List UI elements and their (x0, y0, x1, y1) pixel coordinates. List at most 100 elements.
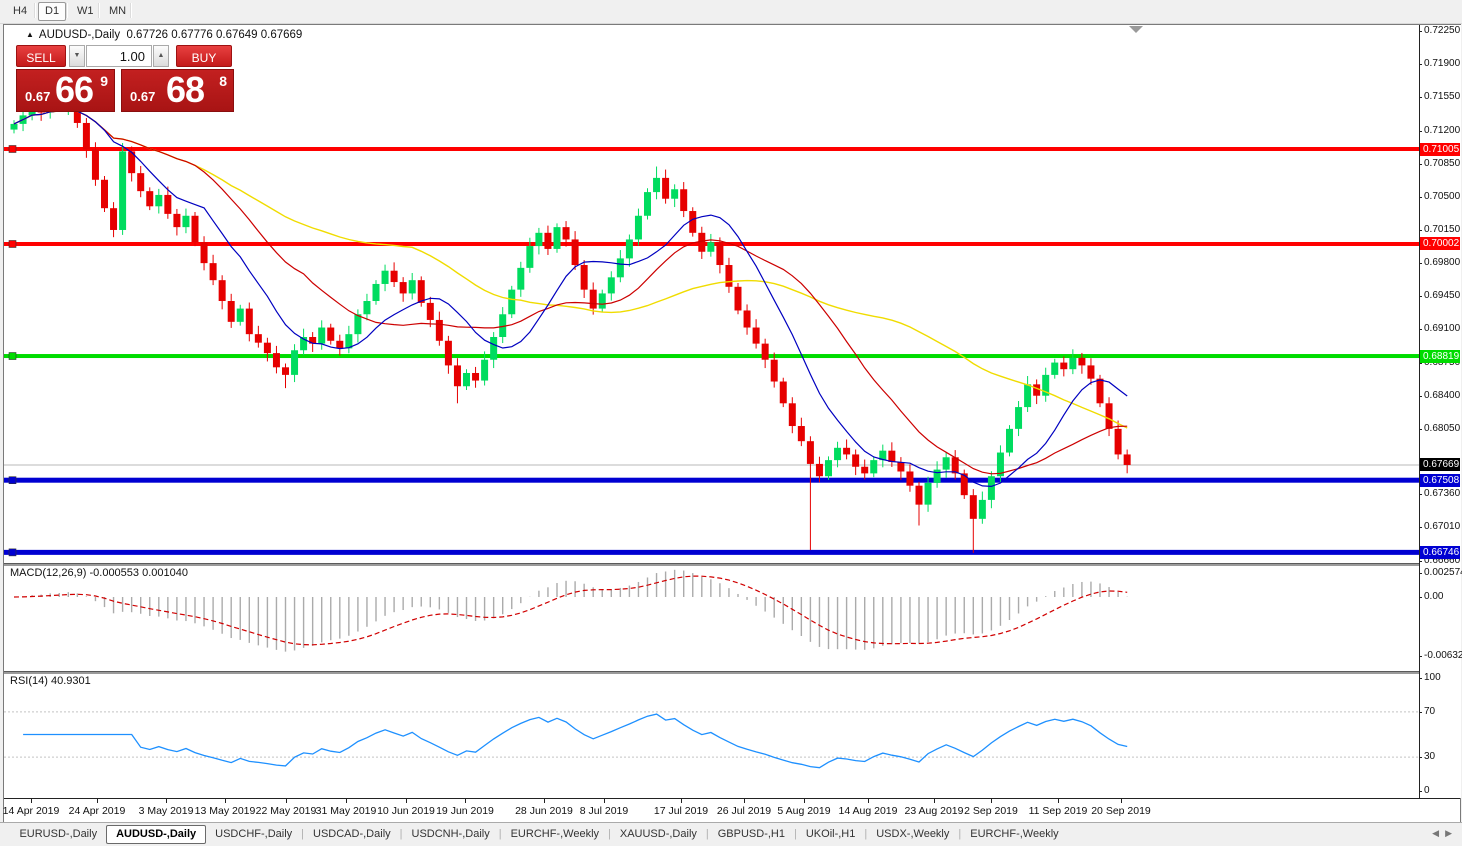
candle-body (191, 215, 199, 243)
level-line[interactable] (4, 354, 1419, 359)
candle-body (10, 123, 18, 130)
candle-body (245, 308, 253, 335)
tab-scroll-left-icon[interactable]: ◀ (1432, 828, 1445, 838)
timeframe-button-h4[interactable]: H4 (6, 2, 34, 21)
candle-body (562, 227, 570, 240)
level-line-handle[interactable] (8, 476, 17, 485)
level-line[interactable] (4, 477, 1419, 483)
candle-body (969, 495, 977, 519)
date-label: 28 Jun 2019 (515, 805, 573, 817)
candle-body (1060, 362, 1068, 370)
axis-tick-mark (1419, 527, 1422, 529)
chart-tab-gbpusd-h1[interactable]: GBPUSD-,H1 (709, 826, 794, 843)
candle-body (101, 179, 108, 209)
timeframe-button-w1[interactable]: W1 (70, 2, 101, 21)
symbol-expand-icon[interactable]: ▲ (26, 30, 34, 39)
candle-body (752, 327, 760, 344)
date-tick-mark (604, 799, 605, 803)
candle-body (282, 367, 289, 375)
level-line-handle[interactable] (8, 145, 17, 153)
chart-tab-bar: EURUSD-,Daily AUDUSD-,Daily USDCHF-,Daily |… (0, 822, 1462, 846)
candle-body (870, 460, 878, 474)
price-tick-label: 0.71550 (1424, 91, 1461, 103)
tab-scroll-right-icon[interactable]: ▶ (1445, 828, 1458, 838)
candle-body (82, 122, 90, 150)
axis-tick-mark (1419, 560, 1422, 562)
candle-body (1096, 378, 1104, 404)
candle-body (779, 381, 787, 404)
sell-button[interactable]: SELL (16, 45, 66, 67)
candle-body (110, 208, 118, 230)
timeframe-button-mn[interactable]: MN (102, 2, 133, 21)
candle-body (680, 189, 688, 212)
buy-button[interactable]: BUY (176, 45, 232, 67)
date-axis[interactable]: 14 Apr 2019 24 Apr 2019 3 May 2019 13 May 2… (3, 798, 1460, 823)
chart-tab-eurusd-daily[interactable]: EURUSD-,Daily (10, 826, 106, 843)
candle-body (1006, 428, 1013, 453)
axis-tick-mark (1419, 97, 1422, 99)
timeframe-button-d1[interactable]: D1 (38, 2, 67, 21)
date-label: 26 Jul 2019 (716, 805, 772, 817)
candle-body (426, 302, 434, 320)
candle-body (137, 173, 145, 192)
level-line[interactable] (4, 147, 1419, 151)
price-tick-label: 0.69800 (1424, 257, 1461, 269)
candle-body (788, 403, 796, 427)
chart-tab-usdchf-daily[interactable]: USDCHF-,Daily (206, 826, 301, 843)
candle-body (146, 191, 154, 207)
volume-increase-button[interactable]: ▲ (153, 45, 169, 67)
buy-quote-box[interactable]: 0.67 68 8 (121, 69, 234, 112)
date-label: 11 Sep 2019 (1028, 805, 1088, 817)
chart-tab-usdcad-daily[interactable]: USDCAD-,Daily (304, 826, 400, 843)
chart-tab-usdx-weekly[interactable]: USDX-,Weekly (867, 826, 958, 843)
toolbar-separator (66, 3, 68, 18)
level-line[interactable] (4, 549, 1419, 555)
date-tick-mark (1058, 799, 1059, 803)
tab-scroll-arrows[interactable]: ◀▶ (1432, 828, 1458, 839)
candle-body (716, 242, 724, 266)
chart-tab-xauusd-daily[interactable]: XAUUSD-,Daily (611, 826, 706, 843)
level-price-tag: 0.66746 (1420, 545, 1460, 559)
chart-tab-eurchf-weekly[interactable]: EURCHF-,Weekly (502, 826, 608, 843)
level-line-handle[interactable] (8, 548, 17, 557)
candle-body (463, 372, 470, 387)
candles-layer (10, 85, 1131, 553)
date-label: 20 Sep 2019 (1091, 805, 1151, 817)
price-tick-label: 0.71900 (1424, 58, 1461, 70)
chart-shift-marker-icon[interactable] (1129, 26, 1143, 33)
candle-body (743, 310, 751, 328)
sell-price-main: 66 (55, 69, 94, 110)
candle-body (272, 353, 280, 368)
chart-tab-eurchf-weekly[interactable]: EURCHF-,Weekly (961, 826, 1067, 843)
date-tick-mark (97, 799, 98, 803)
macd-label: MACD(12,26,9) -0.000553 0.001040 (10, 567, 188, 579)
candle-body (987, 476, 995, 500)
date-label: 14 Aug 2019 (838, 805, 898, 817)
volume-decrease-button[interactable]: ▼ (69, 45, 85, 67)
level-price-tag: 0.68819 (1420, 349, 1460, 363)
chart-tab-ukoil-h1[interactable]: UKOil-,H1 (797, 826, 865, 843)
macd-signal-line (13, 575, 1128, 646)
toolbar-separator (98, 3, 100, 18)
date-tick-mark (681, 799, 682, 803)
buy-price-prefix: 0.67 (130, 89, 156, 104)
price-tick-label: 0.70150 (1424, 223, 1461, 235)
ohlc-values: 0.67726 0.67776 0.67649 0.67669 (126, 29, 303, 41)
rsi-pane[interactable] (4, 673, 1419, 798)
candle-body (815, 463, 823, 477)
chart-tab-usdcnh-daily[interactable]: USDCNH-,Daily (403, 826, 499, 843)
level-line-handle[interactable] (8, 240, 17, 248)
date-tick-mark (31, 799, 32, 803)
candle-body (444, 340, 452, 366)
sell-quote-box[interactable]: 0.67 66 9 (16, 69, 115, 112)
symbol-name: AUDUSD-,Daily (38, 29, 121, 41)
macd-pane[interactable] (4, 565, 1419, 671)
date-label: 5 Aug 2019 (777, 805, 831, 817)
candle-body (734, 286, 742, 311)
axis-tick-mark (1419, 263, 1422, 265)
candle-body (598, 293, 606, 309)
chart-tab-audusd-daily[interactable]: AUDUSD-,Daily (106, 825, 207, 844)
volume-input[interactable] (86, 45, 152, 67)
candle-body (852, 454, 860, 467)
level-line-handle[interactable] (8, 352, 17, 360)
